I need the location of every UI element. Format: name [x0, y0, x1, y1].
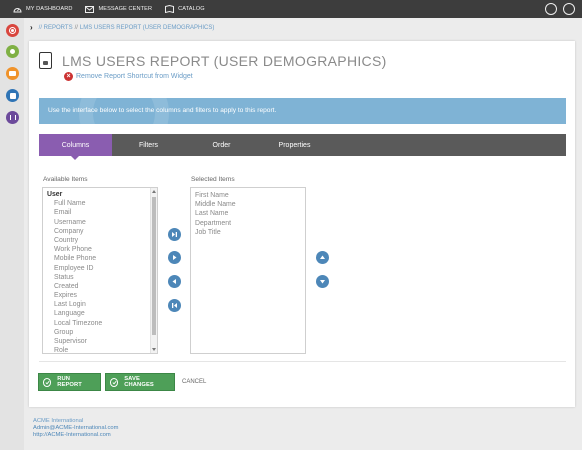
- save-changes-button[interactable]: SAVE CHANGES: [105, 373, 175, 391]
- move-left-button[interactable]: [168, 275, 181, 288]
- selected-list-item[interactable]: Last Name: [195, 209, 305, 218]
- footer-company: ACME International: [33, 418, 84, 424]
- users-icon[interactable]: [6, 45, 19, 58]
- nav-message-center-label: MESSAGE CENTER: [98, 6, 153, 12]
- nav-catalog[interactable]: CATALOG: [165, 5, 205, 13]
- check-icon: [43, 377, 52, 387]
- run-report-button[interactable]: RUN REPORT: [38, 373, 101, 391]
- available-items-list[interactable]: User Full Name Email Username Company Countr…: [42, 187, 158, 354]
- available-list-item[interactable]: Local Timezone: [54, 319, 157, 328]
- scroll-down-icon[interactable]: [152, 348, 156, 351]
- chevron-right-icon: [173, 255, 177, 260]
- tab-filters[interactable]: Filters: [112, 134, 185, 156]
- info-banner: Use the interface below to select the co…: [39, 98, 566, 124]
- remove-shortcut-link[interactable]: × Remove Report Shortcut from Widget: [64, 72, 193, 81]
- nav-message-center[interactable]: MESSAGE CENTER: [85, 5, 153, 13]
- page-title: LMS USERS REPORT (USER DEMOGRAPHICS): [62, 53, 387, 69]
- footer-email-link[interactable]: Admin@ACME-International.com: [33, 425, 118, 432]
- info-banner-text: Use the interface below to select the co…: [48, 107, 277, 114]
- available-list-item[interactable]: Supervisor: [54, 337, 157, 346]
- left-rail: [0, 18, 24, 450]
- reports-icon[interactable]: [6, 111, 19, 124]
- available-list-item[interactable]: Mobile Phone: [54, 254, 157, 263]
- available-list-item[interactable]: Email: [54, 208, 157, 217]
- top-right-controls: [545, 3, 575, 15]
- remove-shortcut-label: Remove Report Shortcut from Widget: [76, 73, 193, 80]
- nav-my-dashboard-label: MY DASHBOARD: [26, 6, 73, 12]
- tab-bar: Columns Filters Order Properties: [39, 134, 566, 160]
- footer: ACME International Admin@ACME-Internatio…: [33, 418, 118, 440]
- available-scrollbar[interactable]: [150, 188, 157, 353]
- available-list-item[interactable]: Work Phone: [54, 245, 157, 254]
- double-chevron-left-icon: [172, 303, 177, 308]
- selected-items-label: Selected Items: [191, 176, 235, 183]
- chevron-up-icon: [320, 255, 325, 259]
- report-document-icon: [39, 52, 52, 69]
- selected-list-item[interactable]: Department: [195, 219, 305, 228]
- available-list-item[interactable]: Status: [54, 273, 157, 282]
- available-list-item[interactable]: Username: [54, 218, 157, 227]
- cancel-button[interactable]: CANCEL: [182, 379, 206, 385]
- available-list-item[interactable]: Role: [54, 346, 157, 353]
- book-icon[interactable]: [6, 89, 19, 102]
- breadcrumb-current: LMS USERS REPORT (USER DEMOGRAPHICS): [79, 24, 215, 31]
- chevron-left-icon: [172, 279, 176, 284]
- available-list-item[interactable]: Last Login: [54, 300, 157, 309]
- chevron-right-icon: ›: [30, 23, 33, 32]
- settings-icon[interactable]: [6, 24, 19, 37]
- envelope-icon: [85, 5, 95, 13]
- breadcrumb-separator: //: [74, 24, 78, 31]
- user-icon[interactable]: [563, 3, 575, 15]
- tab-columns[interactable]: Columns: [39, 134, 112, 160]
- nav-catalog-label: CATALOG: [178, 6, 205, 12]
- available-list-item[interactable]: Country: [54, 236, 157, 245]
- save-changes-label: SAVE CHANGES: [124, 376, 154, 388]
- top-nav: MY DASHBOARD MESSAGE CENTER CATALOG: [13, 5, 218, 13]
- globe-icon[interactable]: [545, 3, 557, 15]
- nav-my-dashboard[interactable]: MY DASHBOARD: [13, 5, 72, 13]
- selected-items-list[interactable]: First Name Middle Name Last Name Department…: [190, 187, 306, 354]
- move-right-button[interactable]: [168, 251, 181, 264]
- dashboard-icon: [13, 8, 22, 13]
- breadcrumb-reports[interactable]: // REPORTS: [39, 25, 73, 31]
- footer-url-link[interactable]: http://ACME-International.com: [33, 432, 118, 439]
- run-report-label: RUN REPORT: [57, 376, 82, 388]
- available-list-item[interactable]: Group: [54, 328, 157, 337]
- list-group-user: User: [47, 191, 63, 198]
- tab-order[interactable]: Order: [185, 134, 258, 156]
- divider: [39, 361, 566, 362]
- catalog-icon: [165, 5, 175, 13]
- available-list-item[interactable]: Employee ID: [54, 264, 157, 273]
- tab-properties[interactable]: Properties: [258, 134, 331, 156]
- selected-list-item[interactable]: Middle Name: [195, 200, 305, 209]
- available-list-item[interactable]: Company: [54, 227, 157, 236]
- selected-list-item[interactable]: Job Title: [195, 228, 305, 237]
- available-list-item[interactable]: Full Name: [54, 199, 157, 208]
- selected-list-item[interactable]: First Name: [195, 191, 305, 200]
- move-all-left-button[interactable]: [168, 299, 181, 312]
- check-icon: [110, 377, 119, 387]
- breadcrumb: › // REPORTS // LMS USERS REPORT (USER D…: [30, 23, 214, 32]
- report-card: LMS USERS REPORT (USER DEMOGRAPHICS) × R…: [29, 41, 575, 407]
- scroll-thumb[interactable]: [152, 197, 156, 335]
- move-up-button[interactable]: [316, 251, 329, 264]
- available-list-item[interactable]: Language: [54, 309, 157, 318]
- catalog-rail-icon[interactable]: [6, 67, 19, 80]
- move-all-right-button[interactable]: [168, 228, 181, 241]
- scroll-up-icon[interactable]: [152, 190, 156, 193]
- remove-icon: ×: [64, 72, 73, 81]
- double-chevron-right-icon: [172, 232, 177, 237]
- available-list-item[interactable]: Created: [54, 282, 157, 291]
- move-down-button[interactable]: [316, 275, 329, 288]
- available-items-label: Available Items: [43, 176, 88, 183]
- chevron-down-icon: [320, 280, 325, 284]
- available-list-item[interactable]: Expires: [54, 291, 157, 300]
- top-bar: MY DASHBOARD MESSAGE CENTER CATALOG: [0, 0, 582, 18]
